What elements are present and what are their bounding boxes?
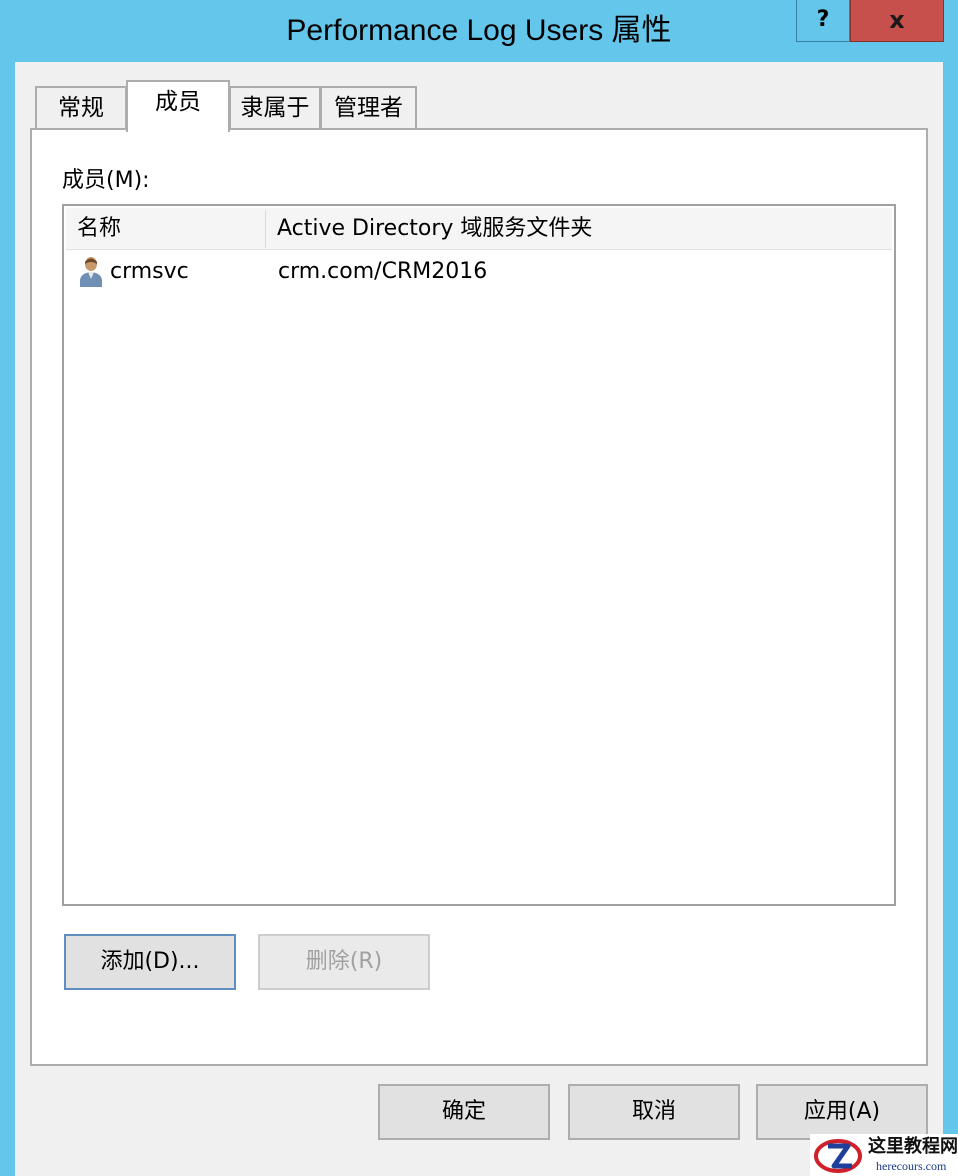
user-icon xyxy=(80,257,102,287)
watermark-text: 这里教程网 xyxy=(868,1136,958,1157)
members-list[interactable] xyxy=(62,204,896,906)
watermark-site: herecours.com xyxy=(876,1159,947,1173)
tab-managed-by[interactable]: 管理者 xyxy=(320,86,417,129)
close-button[interactable]: x xyxy=(850,0,944,42)
help-button[interactable]: ? xyxy=(796,0,850,42)
member-name[interactable]: crmsvc xyxy=(110,254,260,290)
column-header-folder[interactable]: Active Directory 域服务文件夹 xyxy=(266,208,892,250)
tab-member-of[interactable]: 隶属于 xyxy=(229,86,321,129)
add-button[interactable]: 添加(D)... xyxy=(64,934,236,990)
tab-members[interactable]: 成员 xyxy=(126,80,230,132)
remove-button[interactable]: 删除(R) xyxy=(258,934,430,990)
ok-button[interactable]: 确定 xyxy=(378,1084,550,1140)
watermark-logo-icon xyxy=(814,1139,862,1173)
apply-button[interactable]: 应用(A) xyxy=(756,1084,928,1140)
member-folder: crm.com/CRM2016 xyxy=(278,259,488,284)
members-label: 成员(M): xyxy=(62,168,150,193)
column-header-name[interactable]: 名称 xyxy=(66,208,265,250)
cancel-button[interactable]: 取消 xyxy=(568,1084,740,1140)
tab-general[interactable]: 常规 xyxy=(35,86,127,129)
